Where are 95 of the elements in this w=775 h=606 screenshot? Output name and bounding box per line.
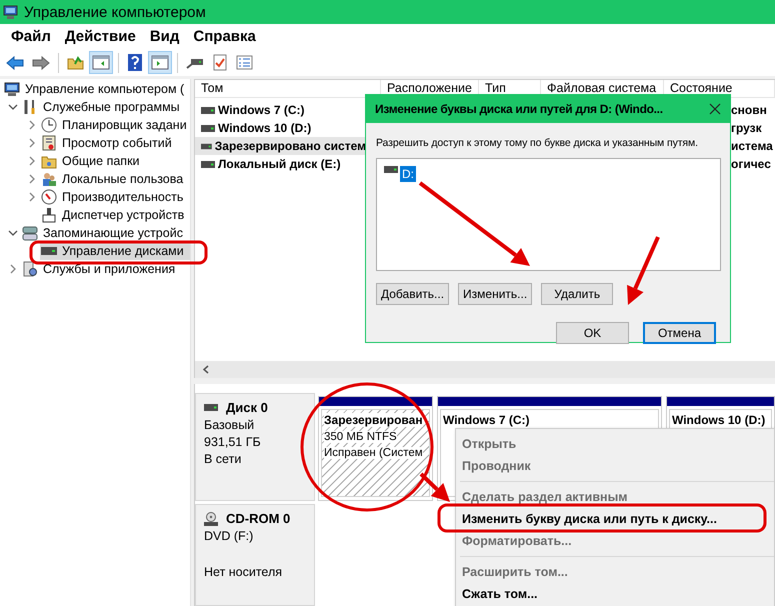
computer-icon bbox=[4, 82, 20, 96]
chevron-right-icon[interactable] bbox=[10, 264, 16, 274]
table-cell-text: истема bbox=[731, 139, 774, 153]
toolbar-button[interactable] bbox=[148, 51, 172, 74]
volume-name: Windows 10 (D:) bbox=[218, 121, 312, 135]
disk-name: Диск 0 bbox=[226, 400, 268, 415]
drive-icon bbox=[384, 166, 398, 173]
partition-name: Windows 10 (D:) bbox=[672, 413, 766, 427]
tree-item[interactable]: Производительность bbox=[40, 188, 190, 206]
disk-status: Нет носителя bbox=[204, 565, 284, 579]
dialog-button[interactable]: Отмена bbox=[643, 322, 716, 344]
menu-item[interactable]: Файл bbox=[4, 28, 58, 45]
tools-icon bbox=[23, 99, 37, 115]
back-arrow-icon bbox=[6, 56, 24, 70]
volume-name: Windows 7 (C:) bbox=[218, 103, 305, 117]
annotation-arrow bbox=[627, 236, 660, 305]
menu-item[interactable]: Справка bbox=[186, 28, 263, 45]
drive-icon bbox=[201, 142, 212, 150]
chevron-right-icon[interactable] bbox=[29, 120, 35, 130]
tree-item[interactable]: Управление компьютером ( bbox=[3, 80, 190, 98]
clock-icon bbox=[41, 117, 57, 133]
chevron-right-icon[interactable] bbox=[29, 174, 35, 184]
help-icon bbox=[128, 54, 142, 71]
scroll-left-icon[interactable] bbox=[203, 365, 209, 374]
properties-icon bbox=[236, 55, 253, 70]
tree-item[interactable]: Общие папки bbox=[40, 152, 190, 170]
partition-block[interactable]: Зарезервирован 350 МБ NTFS Исправен (Систем bbox=[318, 396, 433, 501]
table-row[interactable]: Windows 7 (C:) bbox=[195, 101, 366, 119]
table-row[interactable]: Зарезервировано систем bbox=[195, 137, 366, 155]
pane-icon bbox=[151, 55, 169, 70]
menu-item[interactable]: Вид bbox=[142, 28, 186, 45]
folder-icon bbox=[41, 154, 57, 168]
connect-icon bbox=[186, 56, 204, 68]
table-row[interactable]: Windows 10 (D:) bbox=[195, 119, 366, 137]
drive-icon bbox=[204, 404, 218, 411]
computer-icon bbox=[3, 4, 18, 20]
drive-icon bbox=[41, 246, 57, 256]
chevron-right-icon[interactable] bbox=[29, 156, 35, 166]
partition-name: Зарезервирован bbox=[324, 413, 423, 427]
disk-name: CD-ROM 0 bbox=[226, 511, 290, 526]
disk-size: 931,51 ГБ bbox=[204, 435, 262, 449]
partition-detail: Исправен (Систем bbox=[324, 447, 423, 459]
drive-icon bbox=[201, 106, 215, 114]
dialog-button[interactable]: Изменить... bbox=[458, 283, 532, 305]
tree-item[interactable]: Планировщик задани bbox=[40, 116, 190, 134]
device-icon bbox=[42, 207, 56, 223]
tree-item[interactable]: Служебные программы bbox=[21, 98, 190, 116]
cd-drive-icon bbox=[204, 512, 218, 526]
toolbar-button[interactable] bbox=[89, 51, 113, 74]
window-title: Управление компьютером bbox=[24, 4, 206, 20]
tree-item[interactable]: Диспетчер устройств bbox=[40, 206, 190, 224]
close-icon[interactable] bbox=[709, 103, 721, 115]
tree-item[interactable]: Запоминающие устройс bbox=[21, 224, 190, 242]
menu-item[interactable]: Действие bbox=[58, 28, 143, 45]
table-cell-text: сновн bbox=[731, 103, 768, 117]
dialog-prompt: Разрешить доступ к этому тому по букве диска и указанным путям. bbox=[376, 137, 699, 149]
forward-arrow-icon bbox=[32, 56, 50, 70]
disk-type: DVD (F:) bbox=[204, 529, 254, 543]
gauge-icon bbox=[41, 189, 57, 205]
menu-item[interactable]: Изменить букву диска или путь к диску... bbox=[458, 508, 774, 530]
tree-item[interactable]: Локальные пользова bbox=[40, 170, 190, 188]
tree-item[interactable]: Службы и приложения bbox=[21, 260, 190, 278]
list-item[interactable]: D: bbox=[400, 166, 416, 182]
chevron-down-icon[interactable] bbox=[8, 230, 18, 236]
log-icon bbox=[42, 135, 56, 151]
chevron-right-icon[interactable] bbox=[29, 138, 35, 148]
dialog-title: Изменение буквы диска или путей для D: (Windo... bbox=[375, 102, 664, 116]
disk-type: Базовый bbox=[204, 418, 256, 432]
dialog-button[interactable]: Добавить... bbox=[376, 283, 450, 305]
drive-icon bbox=[201, 124, 215, 132]
table-row[interactable]: Локальный диск (E:) bbox=[195, 155, 366, 173]
tree-item[interactable]: Просмотр событий bbox=[40, 134, 190, 152]
disk-status: В сети bbox=[204, 452, 242, 466]
pane-icon bbox=[92, 55, 110, 70]
volume-name: Зарезервировано систем bbox=[214, 139, 366, 153]
menu-item[interactable]: Сжать том... bbox=[458, 583, 774, 605]
drive-icon bbox=[201, 160, 215, 168]
table-cell-text: огичес bbox=[731, 157, 772, 171]
services-icon bbox=[23, 261, 37, 277]
checklist-icon bbox=[213, 54, 227, 71]
table-cell-text: грузк bbox=[731, 121, 763, 135]
dialog-button[interactable]: Удалить bbox=[541, 283, 614, 305]
partition-name: Windows 7 (C:) bbox=[443, 413, 530, 427]
chevron-down-icon[interactable] bbox=[8, 104, 18, 110]
users-icon bbox=[41, 171, 57, 187]
path-list[interactable]: D: bbox=[376, 158, 721, 271]
folder-up-icon bbox=[67, 55, 84, 70]
partition-detail: 350 МБ NTFS bbox=[324, 431, 397, 443]
annotation-arrow bbox=[420, 472, 450, 502]
volume-name: Локальный диск (E:) bbox=[218, 157, 341, 171]
disk-info-panel[interactable]: CD-ROM 0 DVD (F:) Нет носителя bbox=[195, 504, 315, 606]
chevron-right-icon[interactable] bbox=[29, 192, 35, 202]
dialog-button[interactable]: OK bbox=[556, 322, 629, 344]
storage-icon bbox=[22, 225, 38, 241]
disk-info-panel[interactable]: Диск 0 Базовый 931,51 ГБ В сети bbox=[195, 393, 315, 501]
